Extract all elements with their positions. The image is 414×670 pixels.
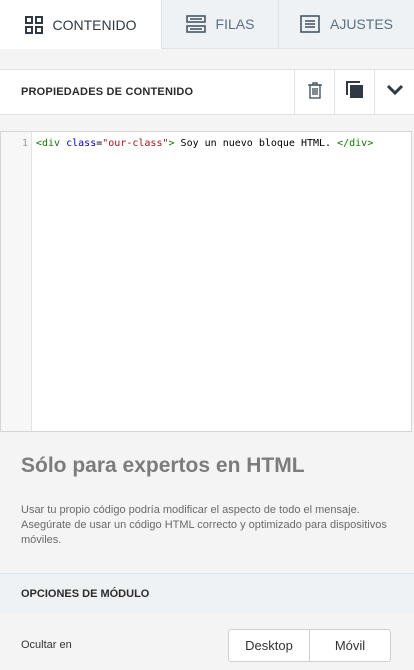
line-gutter: 1 [1, 132, 32, 431]
tab-bar: CONTENIDO FILAS AJUSTES [0, 0, 414, 49]
tab-contenido[interactable]: CONTENIDO [0, 0, 161, 49]
module-options-header: OPCIONES DE MÓDULO [0, 573, 414, 613]
code-attr: class [66, 138, 97, 149]
properties-header: PROPIEDADES DE CONTENIDO [0, 69, 414, 115]
tab-label: FILAS [215, 16, 255, 32]
tab-filas[interactable]: FILAS [161, 0, 278, 49]
code-text: Soy un nuevo bloque HTML. [174, 138, 338, 149]
properties-title: PROPIEDADES DE CONTENIDO [21, 86, 194, 98]
warning-text: Usar tu propio código podría modificar e… [21, 504, 387, 546]
tab-label: AJUSTES [329, 16, 393, 32]
html-code-editor[interactable]: 1 <div class="our-class"> Soy un nuevo b… [0, 131, 412, 432]
tab-label: CONTENIDO [52, 16, 137, 33]
chevron-down-icon [386, 83, 404, 101]
duplicate-button[interactable] [334, 69, 374, 115]
grid-icon [24, 15, 43, 34]
rows-icon [185, 15, 206, 33]
line-number: 1 [21, 138, 28, 149]
delete-button[interactable] [294, 69, 334, 115]
tab-ajustes[interactable]: AJUSTES [278, 0, 414, 49]
collapse-button[interactable] [374, 69, 414, 115]
code-value: "our-class" [102, 138, 169, 149]
code-close-tag: </div> [337, 138, 374, 149]
mobile-button[interactable]: Móvil [309, 630, 390, 661]
content-panel: PROPIEDADES DE CONTENIDO 1 <div class="o… [0, 49, 414, 670]
desktop-button[interactable]: Desktop [229, 630, 309, 661]
code-line: <div class="our-class"> Soy un nuevo blo… [36, 138, 373, 149]
code-open-tag: <div [36, 138, 61, 149]
hide-on-label: Ocultar en [21, 639, 72, 651]
warning-title: Sólo para expertos en HTML [21, 454, 305, 477]
trash-icon [307, 81, 323, 104]
duplicate-icon [345, 80, 364, 104]
settings-list-icon [300, 15, 320, 33]
hide-on-toggle: Desktop Móvil [228, 629, 391, 662]
